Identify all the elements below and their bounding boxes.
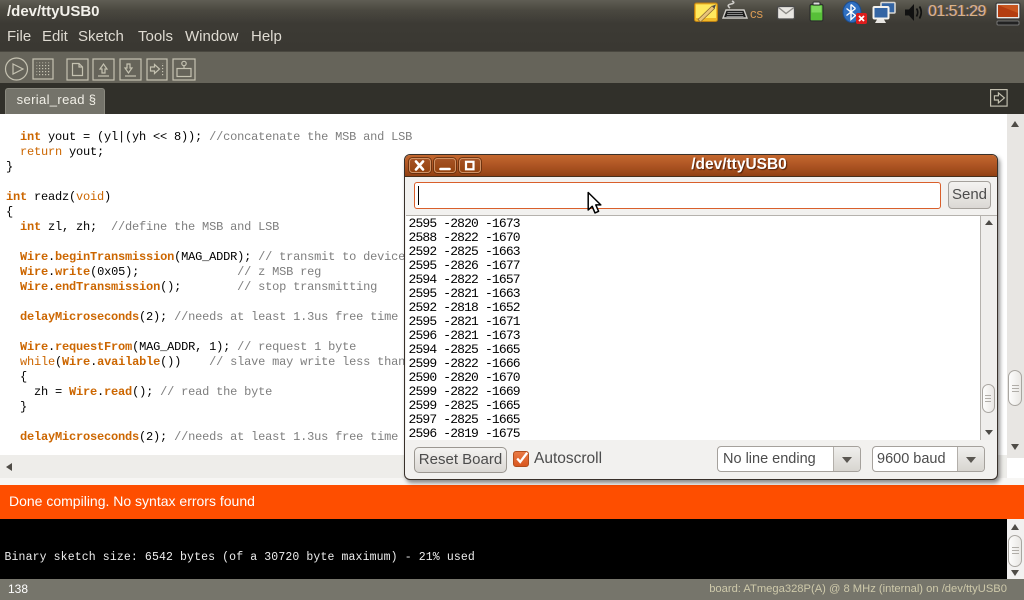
svg-text:cs: cs <box>750 6 764 21</box>
